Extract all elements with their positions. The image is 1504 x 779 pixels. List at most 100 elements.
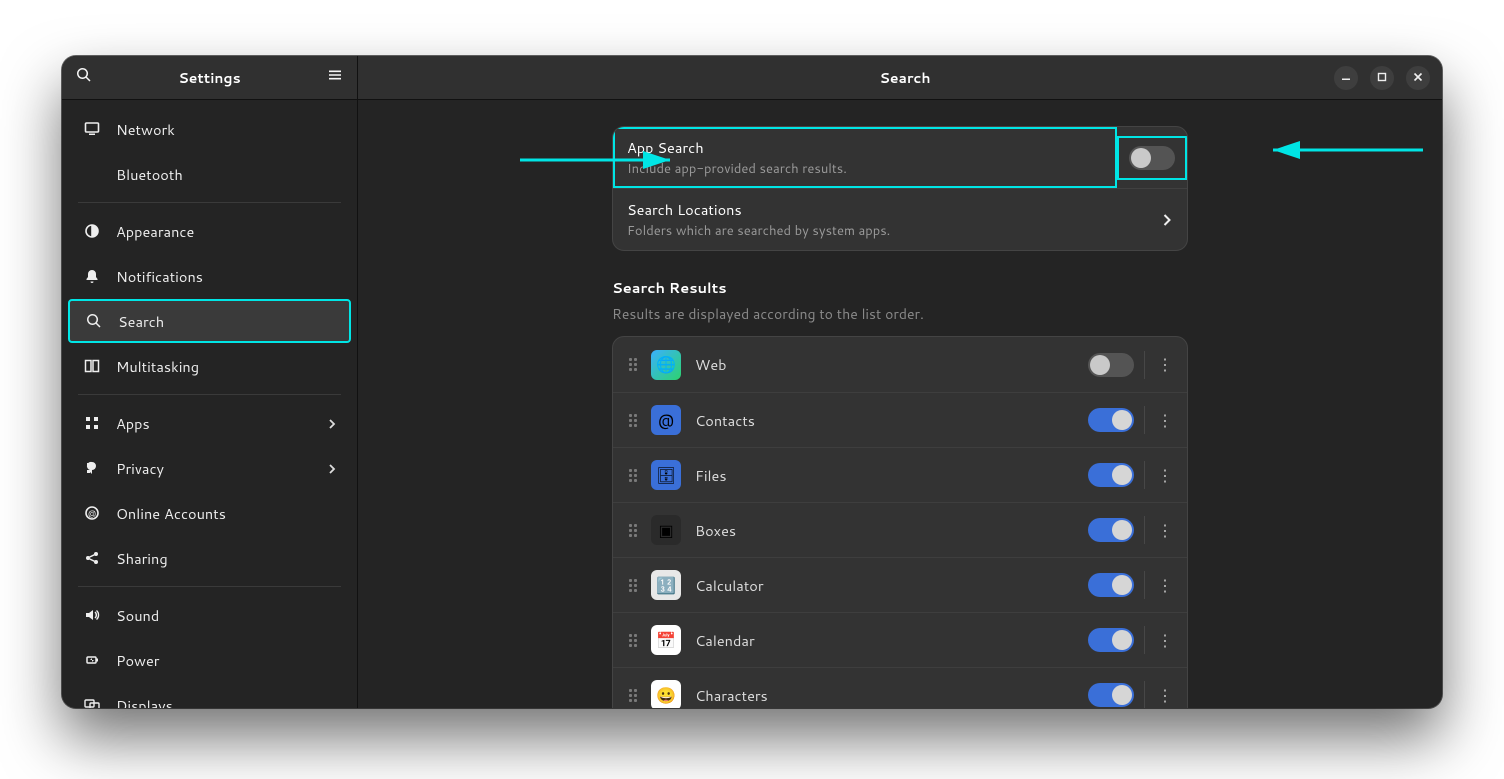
sidebar-title: Settings	[100, 68, 319, 88]
app-icon: 🔢	[651, 570, 681, 600]
result-toggle[interactable]	[1088, 518, 1134, 542]
privacy-icon	[82, 460, 102, 476]
app-name-label: Calendar	[695, 630, 1088, 651]
maximize-button[interactable]	[1370, 66, 1394, 90]
drag-handle-icon[interactable]	[625, 634, 641, 647]
sidebar-separator	[78, 394, 341, 395]
sidebar-item-appearance[interactable]: Appearance	[68, 209, 351, 253]
bluetooth-icon	[82, 166, 102, 182]
kebab-menu-button[interactable]: ⋮	[1155, 629, 1175, 652]
sidebar-item-privacy[interactable]: Privacy	[68, 446, 351, 490]
sidebar-search-button[interactable]	[68, 62, 100, 94]
window-buttons	[1334, 66, 1434, 90]
online-accounts-icon: @	[82, 505, 102, 521]
sidebar-item-label: Displays	[116, 695, 337, 709]
search-result-row: 😀Characters⋮	[613, 667, 1187, 708]
result-toggle[interactable]	[1088, 573, 1134, 597]
maximize-icon	[1377, 70, 1387, 86]
app-name-label: Characters	[695, 685, 1088, 706]
kebab-menu-button[interactable]: ⋮	[1155, 519, 1175, 542]
app-icon: 📅	[651, 625, 681, 655]
kebab-menu-button[interactable]: ⋮	[1155, 409, 1175, 432]
app-name-label: Calculator	[695, 575, 1088, 596]
vertical-separator	[1144, 626, 1145, 654]
sidebar-item-label: Power	[116, 650, 337, 671]
search-result-row: 🌐Web⋮	[613, 337, 1187, 392]
sidebar-item-sharing[interactable]: Sharing	[68, 536, 351, 580]
sidebar-item-displays[interactable]: Displays	[68, 683, 351, 708]
sidebar-list: Network Bluetooth Appearance Notifications S…	[62, 100, 357, 708]
sidebar-item-apps[interactable]: Apps	[68, 401, 351, 445]
drag-handle-icon[interactable]	[625, 524, 641, 537]
sidebar-item-search[interactable]: Search	[68, 299, 351, 343]
displays-icon	[82, 697, 102, 708]
sidebar-item-sound[interactable]: Sound	[68, 593, 351, 637]
settings-window: Settings Network Bluetooth Appearance Notif…	[62, 56, 1442, 708]
app-icon: @	[651, 405, 681, 435]
app-search-title: App Search	[627, 137, 1103, 158]
drag-handle-icon[interactable]	[625, 469, 641, 482]
sidebar-item-label: Online Accounts	[116, 503, 337, 524]
search-result-row: 📅 Calendar ⋮	[613, 612, 1187, 667]
sound-icon	[82, 607, 102, 623]
search-result-row: @ Contacts ⋮	[613, 392, 1187, 447]
hamburger-icon	[327, 66, 343, 89]
minimize-button[interactable]	[1334, 66, 1358, 90]
result-toggle[interactable]	[1088, 353, 1134, 377]
content-area: App Search Include app-provided search r…	[358, 100, 1442, 708]
chevron-right-icon	[327, 413, 337, 434]
sidebar-item-label: Notifications	[116, 266, 337, 287]
multitasking-icon	[82, 358, 102, 374]
kebab-menu-button[interactable]: ⋮	[1155, 574, 1175, 597]
close-icon	[1413, 70, 1423, 86]
vertical-separator	[1144, 461, 1145, 489]
drag-handle-icon[interactable]	[625, 414, 641, 427]
sidebar-item-bluetooth[interactable]: Bluetooth	[68, 152, 351, 196]
power-icon	[82, 652, 102, 668]
app-name-label: Contacts	[695, 410, 1088, 431]
kebab-menu-button[interactable]: ⋮	[1155, 353, 1175, 376]
app-name-label: Boxes	[695, 520, 1088, 541]
minimize-icon	[1341, 70, 1351, 86]
result-toggle[interactable]	[1088, 628, 1134, 652]
app-search-toggle-highlight	[1117, 136, 1187, 180]
drag-handle-icon[interactable]	[625, 689, 641, 702]
sidebar-item-notifications[interactable]: Notifications	[68, 254, 351, 298]
sidebar-item-online[interactable]: @ Online Accounts	[68, 491, 351, 535]
search-locations-title: Search Locations	[627, 199, 1161, 220]
result-toggle[interactable]	[1088, 683, 1134, 707]
hamburger-menu-button[interactable]	[319, 62, 351, 94]
sidebar-item-network[interactable]: Network	[68, 107, 351, 151]
search-locations-subtitle: Folders which are searched by system app…	[627, 222, 1161, 240]
drag-handle-icon[interactable]	[625, 358, 641, 371]
search-icon	[84, 313, 104, 329]
sidebar-item-multitasking[interactable]: Multitasking	[68, 344, 351, 388]
vertical-separator	[1144, 351, 1145, 379]
chevron-right-icon	[327, 458, 337, 479]
close-button[interactable]	[1406, 66, 1430, 90]
vertical-separator	[1144, 681, 1145, 708]
monitor-icon	[82, 121, 102, 137]
sidebar-item-label: Apps	[116, 413, 327, 434]
sidebar-item-label: Bluetooth	[116, 164, 337, 185]
appearance-icon	[82, 223, 102, 239]
kebab-menu-button[interactable]: ⋮	[1155, 464, 1175, 487]
result-toggle[interactable]	[1088, 408, 1134, 432]
result-toggle[interactable]	[1088, 463, 1134, 487]
drag-handle-icon[interactable]	[625, 579, 641, 592]
sidebar-item-label: Sharing	[116, 548, 337, 569]
search-icon	[76, 66, 92, 89]
sidebar-item-power[interactable]: Power	[68, 638, 351, 682]
app-search-subtitle: Include app-provided search results.	[627, 160, 1103, 178]
sidebar-item-label: Network	[116, 119, 337, 140]
main-header: Search	[358, 56, 1442, 100]
kebab-menu-button[interactable]: ⋮	[1155, 684, 1175, 707]
sidebar-item-label: Search	[118, 311, 335, 332]
app-icon: ▣	[651, 515, 681, 545]
app-search-toggle[interactable]	[1129, 146, 1175, 170]
sidebar-item-label: Multitasking	[116, 356, 337, 377]
search-locations-row[interactable]: Search Locations Folders which are searc…	[613, 188, 1187, 250]
vertical-separator	[1144, 406, 1145, 434]
sidebar-item-label: Appearance	[116, 221, 337, 242]
app-icon: 🗄	[651, 460, 681, 490]
